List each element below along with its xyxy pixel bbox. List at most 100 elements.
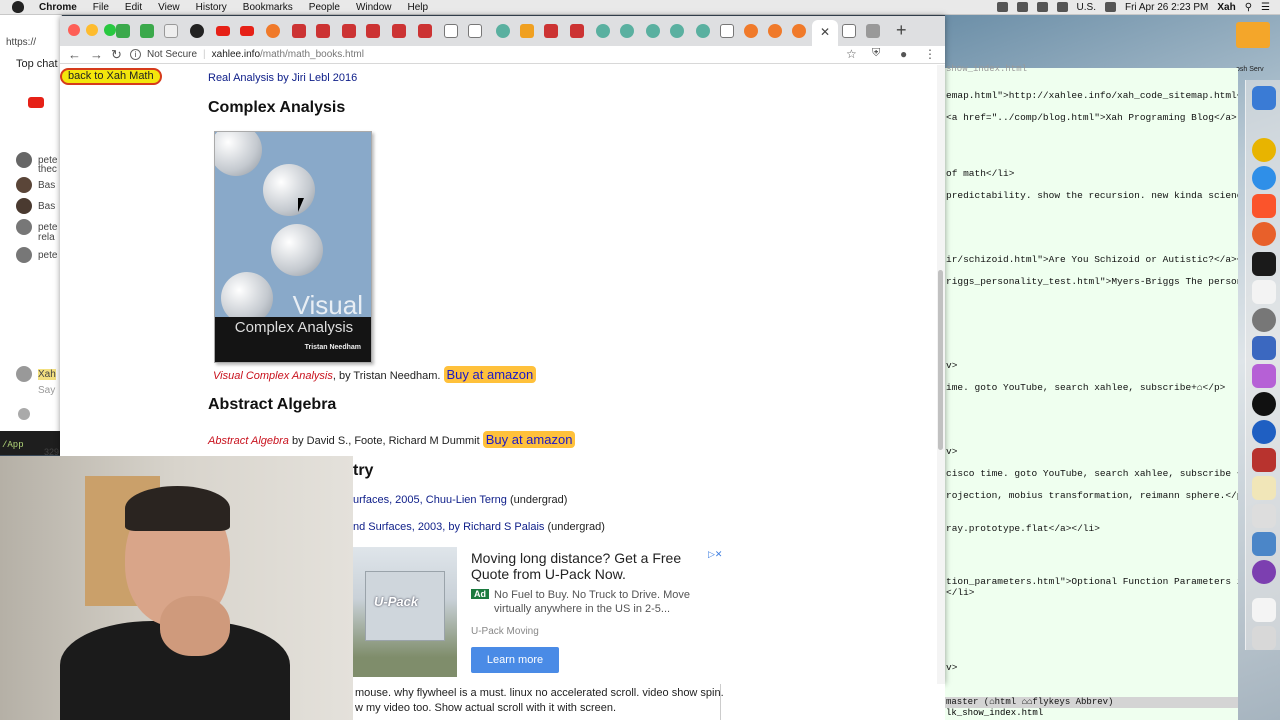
app-icon[interactable] [1252, 532, 1276, 556]
menu-kebab-icon[interactable]: ⋮ [924, 47, 936, 61]
adchoices-icon[interactable]: ▷✕ [708, 549, 722, 560]
safari-icon[interactable] [1252, 166, 1276, 190]
book-link-surfaces-palais[interactable]: nd Surfaces, 2003, by Richard S Palais [353, 521, 544, 533]
pinned-tab[interactable] [744, 24, 758, 38]
trash-icon[interactable] [1252, 626, 1276, 650]
pinned-tab[interactable] [670, 24, 684, 38]
volume-icon[interactable] [1056, 2, 1068, 12]
firefox-icon[interactable] [1252, 222, 1276, 246]
youtube-tab[interactable] [216, 26, 230, 36]
zoom-window-button[interactable] [104, 24, 116, 36]
xah-tab[interactable] [392, 24, 406, 38]
menubar-clock[interactable]: Fri Apr 26 2:23 PM [1125, 2, 1208, 13]
wikipedia-tab[interactable] [444, 24, 458, 38]
amazon-tab[interactable] [520, 24, 534, 38]
book-link-surfaces-terng[interactable]: urfaces, 2005, Chuu-Lien Terng [353, 494, 507, 506]
book-cover-image[interactable]: Visual Complex Analysis Tristan Needham [214, 131, 372, 363]
input-locale[interactable]: U.S. [1077, 2, 1096, 13]
back-to-xah-math-button[interactable]: back to Xah Math [60, 68, 162, 85]
ad-image[interactable]: U-Pack [353, 547, 457, 677]
scrollbar-thumb[interactable] [938, 270, 943, 450]
app-icon[interactable] [1252, 448, 1276, 472]
editor-file-tab[interactable]: show_index.html [938, 64, 1238, 76]
pinned-tab[interactable] [646, 24, 660, 38]
book-link-visual-complex-analysis[interactable]: Visual Complex Analysis [213, 370, 333, 382]
buy-at-amazon-button[interactable]: Buy at amazon [443, 366, 537, 383]
address-bar[interactable]: i Not Secure | xahlee.info/math/math_boo… [130, 46, 364, 63]
brave-icon[interactable] [1252, 194, 1276, 218]
page-scrollbar[interactable] [937, 65, 945, 684]
minimize-window-button[interactable] [86, 24, 98, 36]
shield-icon[interactable]: ⛨ [872, 47, 880, 60]
pinned-tab[interactable] [696, 24, 710, 38]
pinned-tab[interactable] [140, 24, 154, 38]
xah-tab[interactable] [292, 24, 306, 38]
menu-bookmarks[interactable]: Bookmarks [235, 2, 301, 13]
ad-headline[interactable]: Moving long distance? Get a Free Quote f… [471, 550, 711, 582]
tray-icon[interactable] [996, 2, 1008, 12]
app-icon[interactable] [1252, 504, 1276, 528]
emacs-buffer[interactable]: emap.html">http://xahlee.info/xah_code_s… [938, 68, 1238, 710]
xah-tab[interactable] [570, 24, 584, 38]
wikipedia-tab[interactable] [468, 24, 482, 38]
chrome-icon[interactable] [1252, 138, 1276, 162]
new-tab-button[interactable]: + [896, 20, 907, 41]
menu-history[interactable]: History [188, 2, 235, 13]
obs-icon[interactable] [1252, 392, 1276, 416]
spotlight-icon[interactable]: ⚲ [1245, 2, 1252, 13]
profile-icon[interactable]: ● [900, 47, 907, 61]
xah-tab[interactable] [342, 24, 356, 38]
github-tab[interactable] [190, 24, 204, 38]
xah-tab[interactable] [418, 24, 432, 38]
top-chat-label[interactable]: Top chat [16, 55, 58, 73]
chat-input[interactable]: Say [38, 381, 55, 399]
system-preferences-icon[interactable] [1252, 308, 1276, 332]
tray-icon[interactable] [1016, 2, 1028, 12]
ad-banner[interactable]: U-Pack Moving long distance? Get a Free … [353, 547, 733, 683]
youtube-tab[interactable] [240, 26, 254, 36]
menu-app-chrome[interactable]: Chrome [31, 2, 85, 13]
pinned-tab[interactable] [164, 24, 178, 38]
pinned-tab[interactable] [792, 24, 806, 38]
apple-menu-icon[interactable] [12, 1, 24, 13]
notification-center-icon[interactable]: ☰ [1261, 2, 1270, 13]
pinned-tab[interactable] [866, 24, 880, 38]
app-icon[interactable] [1252, 336, 1276, 360]
pinned-tab[interactable] [596, 24, 610, 38]
app-icon[interactable] [1252, 420, 1276, 444]
pinned-tab[interactable] [768, 24, 782, 38]
close-tab-icon[interactable]: ✕ [820, 25, 830, 39]
real-analysis-link[interactable]: Real Analysis by Jiri Lebl 2016 [208, 72, 357, 84]
wikipedia-tab[interactable] [842, 24, 856, 38]
menu-edit[interactable]: Edit [117, 2, 150, 13]
menu-people[interactable]: People [301, 2, 348, 13]
pinned-tab[interactable] [496, 24, 510, 38]
forward-arrow-icon[interactable]: → [90, 47, 103, 62]
emacs-icon[interactable] [1252, 560, 1276, 584]
pinned-tab[interactable] [116, 24, 130, 38]
back-arrow-icon[interactable]: ← [68, 47, 81, 62]
documents-icon[interactable] [1252, 598, 1276, 622]
app-icon[interactable] [1252, 364, 1276, 388]
info-icon[interactable]: i [130, 49, 141, 60]
menu-file[interactable]: File [85, 2, 117, 13]
wifi-icon[interactable] [1036, 2, 1048, 12]
xah-tab[interactable] [544, 24, 558, 38]
pinned-tab[interactable] [266, 24, 280, 38]
menubar-user[interactable]: Xah [1217, 2, 1235, 13]
finder-icon[interactable] [1252, 86, 1276, 110]
bookmark-star-icon[interactable]: ☆ [846, 47, 857, 61]
wikipedia-tab[interactable] [720, 24, 734, 38]
menu-view[interactable]: View [150, 2, 188, 13]
pinned-tab[interactable] [620, 24, 634, 38]
textedit-icon[interactable] [1252, 280, 1276, 304]
xah-tab[interactable] [366, 24, 380, 38]
book-link-abstract-algebra[interactable]: Abstract Algebra [208, 435, 289, 447]
notes-icon[interactable] [1252, 476, 1276, 500]
folder-icon[interactable] [1236, 22, 1270, 48]
learn-more-button[interactable]: Learn more [471, 647, 559, 673]
menu-help[interactable]: Help [400, 2, 437, 13]
emoji-icon[interactable] [0, 405, 36, 423]
active-tab[interactable]: ✕ [812, 20, 838, 46]
close-window-button[interactable] [68, 24, 80, 36]
